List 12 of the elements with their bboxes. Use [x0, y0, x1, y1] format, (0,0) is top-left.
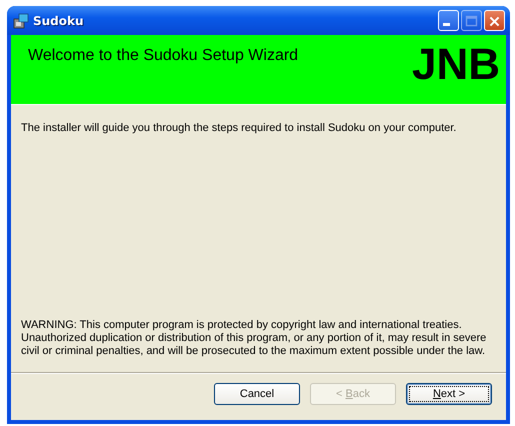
minimize-icon [443, 23, 450, 26]
banner-title: Welcome to the Sudoku Setup Wizard [28, 47, 298, 65]
installer-icon [13, 12, 29, 28]
minimize-button[interactable] [438, 10, 459, 31]
close-button[interactable] [484, 10, 505, 31]
window-title: Sudoku [33, 14, 85, 28]
cancel-button[interactable]: Cancel [214, 383, 300, 405]
next-button[interactable]: Next > [406, 383, 492, 405]
maximize-button[interactable] [461, 10, 482, 31]
warning-text: WARNING: This computer program is protected by copyright law and international treaties. Unauthorized duplication or distribution of this program, or any portion of it, may result in severe civil or criminal penalties, and will be prosecuted to the maximum extent possible under the law. [21, 319, 488, 358]
intro-text: The installer will guide you through the steps required to install Sudoku on your computer. [21, 122, 458, 134]
logo: JNB [412, 41, 500, 90]
